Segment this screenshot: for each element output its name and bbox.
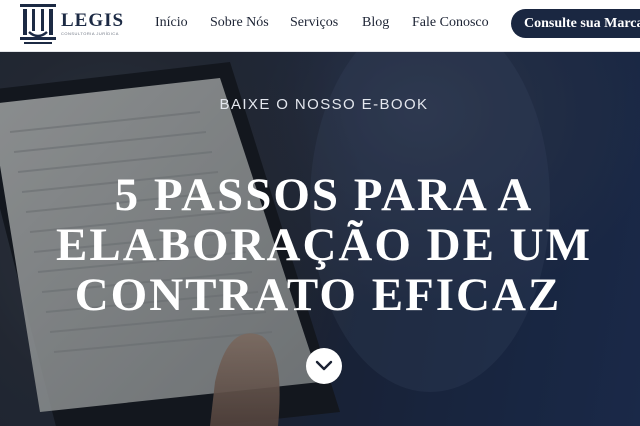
- nav-item-sobre-nos[interactable]: Sobre Nós: [210, 15, 269, 31]
- hero-eyebrow: BAIXE O NOSSO E-BOOK: [219, 96, 429, 113]
- hero-banner: BAIXE O NOSSO E-BOOK 5 PASSOS PARA A ELA…: [0, 52, 640, 426]
- chevron-down-icon: [315, 360, 333, 371]
- site-header: LEGIS CONSULTORIA JURÍDICA Início Sobre …: [0, 0, 640, 52]
- hero-title-line-2: ELABORAÇÃO DE UM: [56, 219, 592, 271]
- hero-title-line-1: 5 PASSOS PARA A: [114, 169, 534, 221]
- nav-item-inicio[interactable]: Início: [155, 15, 188, 31]
- columns-logo-icon: [20, 4, 56, 44]
- logo-text: LEGIS CONSULTORIA JURÍDICA: [61, 11, 124, 37]
- consulte-marca-button[interactable]: Consulte sua Marca: [511, 9, 640, 38]
- nav-item-fale-conosco[interactable]: Fale Conosco: [412, 15, 489, 31]
- hero-title-line-3: CONTRATO EFICAZ: [74, 269, 562, 321]
- nav-item-servicos[interactable]: Serviços: [290, 15, 338, 31]
- brand-name: LEGIS: [61, 10, 125, 31]
- brand-logo[interactable]: LEGIS CONSULTORIA JURÍDICA: [18, 2, 126, 46]
- nav-item-blog[interactable]: Blog: [362, 15, 389, 31]
- brand-tagline: CONSULTORIA JURÍDICA: [61, 31, 119, 36]
- scroll-down-button[interactable]: [306, 348, 342, 384]
